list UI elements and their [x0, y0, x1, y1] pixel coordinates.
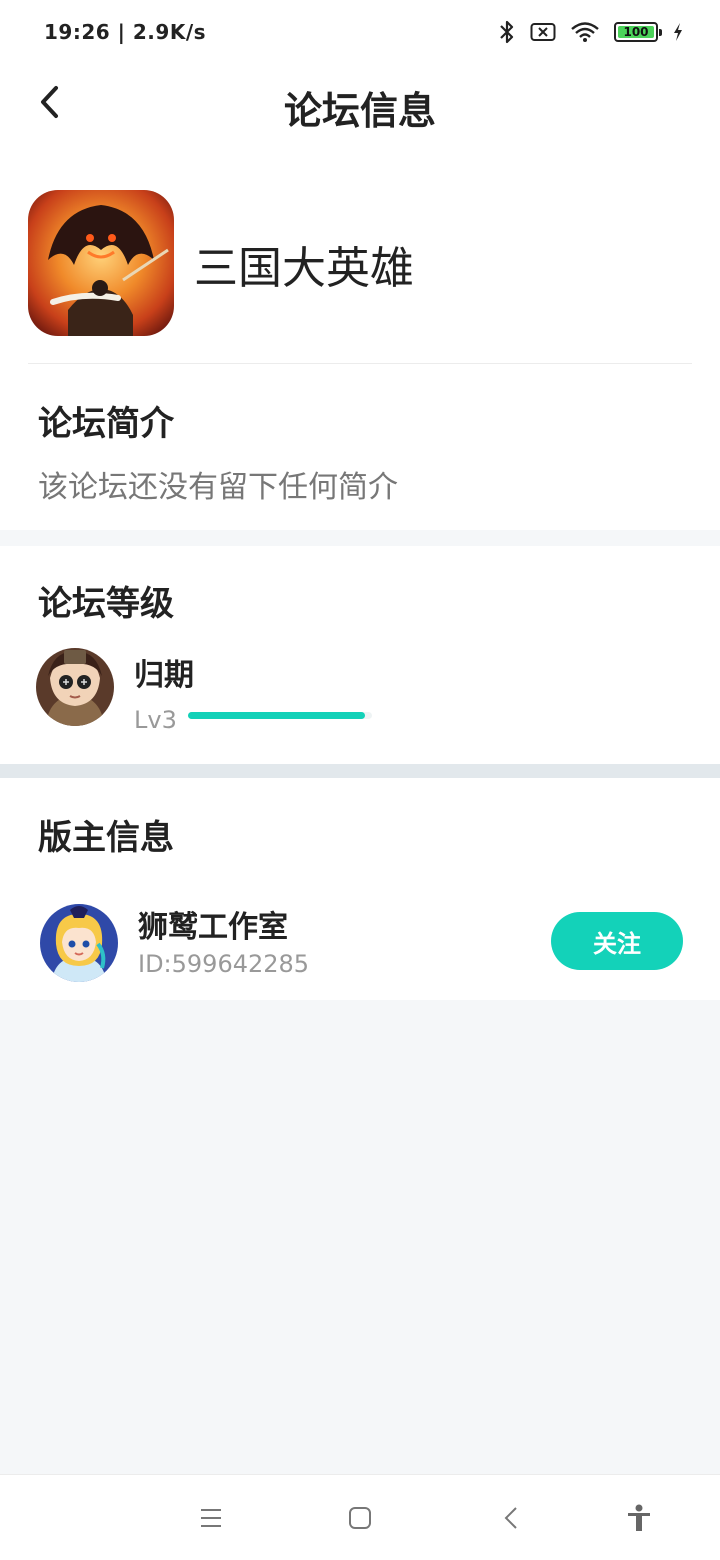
forum-level-card: 论坛等级 归期 Lv3 [0, 546, 720, 764]
follow-button[interactable]: 关注 [551, 912, 683, 970]
moderator-name: 狮鹫工作室 [138, 910, 288, 945]
section-separator [0, 764, 720, 778]
menu-icon [201, 1509, 221, 1527]
bluetooth-icon [498, 19, 516, 45]
intro-title: 论坛简介 [38, 404, 174, 444]
status-icons: 100 [498, 19, 684, 45]
level-user-name: 归期 [134, 658, 194, 693]
wifi-icon [570, 21, 600, 43]
sim-off-icon [530, 22, 556, 42]
charging-icon [672, 22, 684, 42]
divider [28, 363, 692, 364]
level-badge: Lv3 [134, 706, 177, 734]
page-title: 论坛信息 [283, 89, 436, 133]
forum-icon [28, 190, 174, 336]
back-icon [504, 1507, 517, 1529]
home-button[interactable] [345, 1503, 375, 1533]
moderator-id: ID:599642285 [138, 950, 310, 978]
moderator-title: 版主信息 [38, 818, 174, 858]
forum-info-card: 三国大英雄 论坛简介 该论坛还没有留下任何简介 [0, 144, 720, 530]
home-icon [349, 1507, 371, 1529]
intro-text: 该论坛还没有留下任何简介 [38, 470, 398, 505]
battery-level: 100 [623, 25, 649, 39]
menu-button[interactable] [196, 1503, 226, 1533]
system-back-button[interactable] [496, 1503, 526, 1533]
level-title: 论坛等级 [38, 584, 174, 624]
top-nav: 论坛信息 [0, 64, 720, 144]
level-progress-bar [188, 712, 372, 719]
forum-name: 三国大英雄 [194, 243, 414, 294]
accessibility-icon [628, 1504, 650, 1531]
moderator-card: 版主信息 狮鹫工作室 ID:599642285 关注 [0, 778, 720, 1000]
status-time-speed: 19:26 | 2.9K/s [44, 20, 207, 44]
status-bar: 19:26 | 2.9K/s 100 [0, 0, 720, 64]
system-nav-bar [0, 1474, 720, 1560]
level-progress-fill [188, 712, 365, 719]
battery-icon: 100 [614, 22, 662, 42]
accessibility-button[interactable] [624, 1503, 654, 1533]
moderator-avatar[interactable] [40, 904, 118, 982]
avatar[interactable] [36, 648, 114, 726]
